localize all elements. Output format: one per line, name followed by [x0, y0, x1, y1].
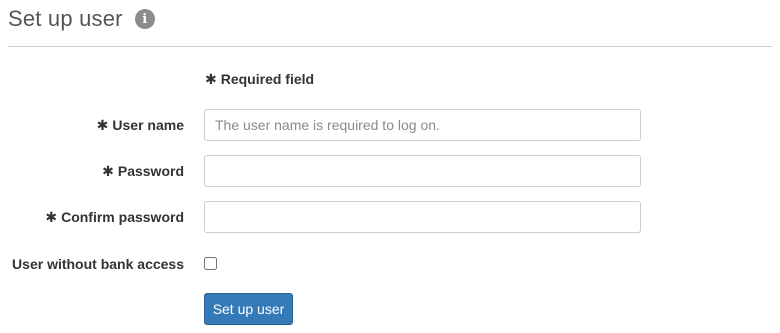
password-input[interactable] — [204, 155, 641, 187]
required-star-icon: ✱ — [96, 117, 109, 133]
confirm-password-label: ✱ Confirm password — [45, 201, 184, 233]
confirm-password-input[interactable] — [204, 201, 641, 233]
username-input[interactable] — [204, 109, 641, 141]
header-divider — [8, 46, 772, 47]
username-row: ✱ User name — [0, 109, 780, 141]
required-field-text: Required field — [220, 71, 315, 87]
bank-access-row: User without bank access — [0, 248, 780, 280]
set-up-user-button[interactable]: Set up user — [204, 293, 293, 325]
required-star-icon: ✱ — [205, 71, 217, 87]
username-label: ✱ User name — [97, 109, 184, 141]
bank-access-checkbox[interactable] — [204, 257, 217, 270]
set-up-user-page: Set up user i ✱ Required field ✱ User name… — [0, 0, 780, 333]
password-row: ✱ Password — [0, 155, 780, 187]
required-star-icon: ✱ — [45, 209, 58, 225]
bank-access-label: User without bank access — [12, 256, 184, 272]
username-label-text: User name — [112, 117, 184, 133]
password-label-text: Password — [117, 163, 184, 179]
required-field-note: ✱ Required field — [205, 71, 314, 88]
confirm-password-row: ✱ Confirm password — [0, 201, 780, 233]
page-header: Set up user i — [8, 6, 155, 32]
required-star-icon: ✱ — [102, 163, 114, 179]
info-icon[interactable]: i — [134, 9, 155, 29]
confirm-password-label-text: Confirm password — [61, 209, 184, 225]
page-title: Set up user — [8, 6, 123, 31]
password-label: ✱ Password — [102, 155, 184, 187]
